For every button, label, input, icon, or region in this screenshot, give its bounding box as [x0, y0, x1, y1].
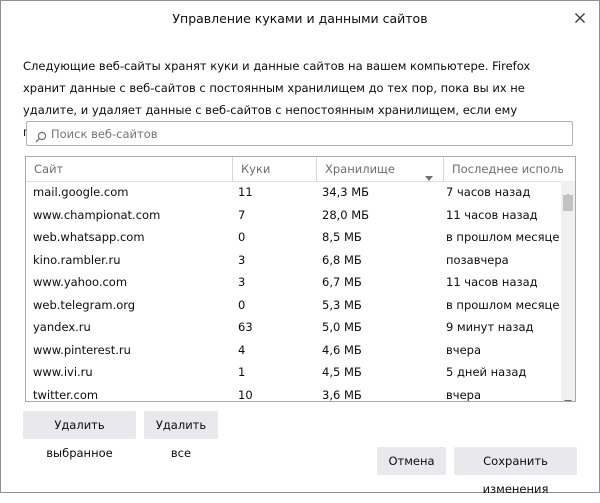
dialog-titlebar: Управление куками и данными сайтов [1, 1, 599, 37]
cell-site: twitter.com [33, 387, 99, 402]
remove-selected-button[interactable]: Удалить выбранное [23, 411, 136, 460]
cell-storage: 4,5 МБ [322, 365, 362, 379]
cell-site: www.championat.com [33, 207, 161, 222]
cell-cookies: 0 [238, 297, 246, 312]
cell-last-used: вчера [446, 387, 481, 402]
cell-site: www.yahoo.com [33, 275, 128, 289]
cell-storage: 5,3 МБ [322, 297, 362, 312]
table-row[interactable]: mail.google.com 11 34,3 МБ 7 часов назад [26, 181, 563, 204]
table-row[interactable]: www.pinterest.ru 4 4,6 МБ вчера [26, 339, 563, 362]
cell-last-used: 7 часов назад [446, 185, 531, 199]
column-header-label: Хранилище [325, 162, 395, 176]
cell-site: www.ivi.ru [33, 365, 93, 379]
save-changes-button[interactable]: Сохранить изменения [454, 447, 577, 496]
column-header-label: Последнее исполь... [452, 162, 563, 176]
vertical-scrollbar[interactable] [561, 181, 575, 401]
close-icon[interactable] [571, 9, 589, 27]
cell-cookies: 3 [238, 252, 246, 267]
cell-cookies: 63 [238, 320, 253, 334]
table-row[interactable]: www.yahoo.com 3 6,7 МБ 11 часов назад [26, 271, 563, 294]
cell-cookies: 0 [238, 230, 246, 244]
table-row[interactable]: kino.rambler.ru 3 6,8 МБ позавчера [26, 249, 563, 272]
cell-last-used: 5 дней назад [446, 365, 527, 379]
search-box[interactable] [26, 121, 573, 146]
cell-site: mail.google.com [33, 185, 129, 199]
sites-table: Сайт Куки Хранилище Последнее исполь... … [25, 156, 576, 402]
cell-last-used: позавчера [446, 252, 509, 267]
cell-last-used: в прошлом месяце [446, 230, 560, 244]
column-header-label: Куки [241, 162, 271, 176]
cell-site: kino.rambler.ru [33, 252, 121, 267]
cell-storage: 3,6 МБ [322, 387, 362, 402]
table-row[interactable]: yandex.ru 63 5,0 МБ 9 минут назад [26, 316, 563, 339]
cell-last-used: вчера [446, 342, 481, 357]
cell-storage: 28,0 МБ [322, 207, 370, 222]
table-row[interactable]: web.telegram.org 0 5,3 МБ в прошлом меся… [26, 294, 563, 317]
cell-storage: 4,6 МБ [322, 342, 362, 357]
table-row[interactable]: web.whatsapp.com 0 8,5 МБ в прошлом меся… [26, 226, 563, 249]
scroll-up-icon[interactable] [564, 185, 572, 199]
table-row[interactable]: twitter.com 10 3,6 МБ вчера [26, 384, 563, 402]
column-header-label: Сайт [34, 162, 64, 176]
column-header-last-used[interactable]: Последнее исполь... [443, 157, 563, 181]
column-header-cookies[interactable]: Куки [232, 157, 316, 181]
site-data-dialog: Управление куками и данными сайтов Следу… [0, 0, 600, 496]
sort-descending-icon [425, 166, 433, 181]
cell-cookies: 4 [238, 342, 246, 357]
cell-cookies: 3 [238, 275, 246, 289]
cancel-button[interactable]: Отмена [377, 447, 446, 475]
cell-last-used: 11 часов назад [446, 207, 538, 222]
cell-storage: 6,8 МБ [322, 252, 362, 267]
cell-storage: 34,3 МБ [322, 185, 370, 199]
search-icon [35, 128, 47, 143]
cell-last-used: 9 минут назад [446, 320, 534, 334]
remove-all-button[interactable]: Удалить все [144, 411, 218, 460]
cell-storage: 6,7 МБ [322, 275, 362, 289]
cell-cookies: 1 [238, 365, 246, 379]
cell-site: yandex.ru [33, 320, 91, 334]
cell-last-used: 11 часов назад [446, 275, 538, 289]
cell-cookies: 10 [238, 387, 253, 402]
cell-cookies: 7 [238, 207, 246, 222]
cell-site: www.pinterest.ru [33, 342, 131, 357]
column-header-site[interactable]: Сайт [26, 157, 232, 181]
cell-last-used: в прошлом месяце [446, 297, 560, 312]
column-header-storage[interactable]: Хранилище [316, 157, 443, 181]
cell-cookies: 11 [238, 185, 253, 199]
cell-site: web.telegram.org [33, 297, 136, 312]
scrollbar-thumb[interactable] [563, 195, 573, 211]
dialog-title: Управление куками и данными сайтов [172, 11, 428, 26]
search-input[interactable] [51, 124, 561, 143]
table-header: Сайт Куки Хранилище Последнее исполь... [26, 157, 563, 182]
cell-storage: 5,0 МБ [322, 320, 362, 334]
scroll-down-icon[interactable] [564, 391, 572, 401]
table-row[interactable]: www.championat.com 7 28,0 МБ 11 часов на… [26, 204, 563, 227]
table-row[interactable]: www.ivi.ru 1 4,5 МБ 5 дней назад [26, 361, 563, 384]
cell-storage: 8,5 МБ [322, 230, 362, 244]
cell-site: web.whatsapp.com [33, 230, 145, 244]
